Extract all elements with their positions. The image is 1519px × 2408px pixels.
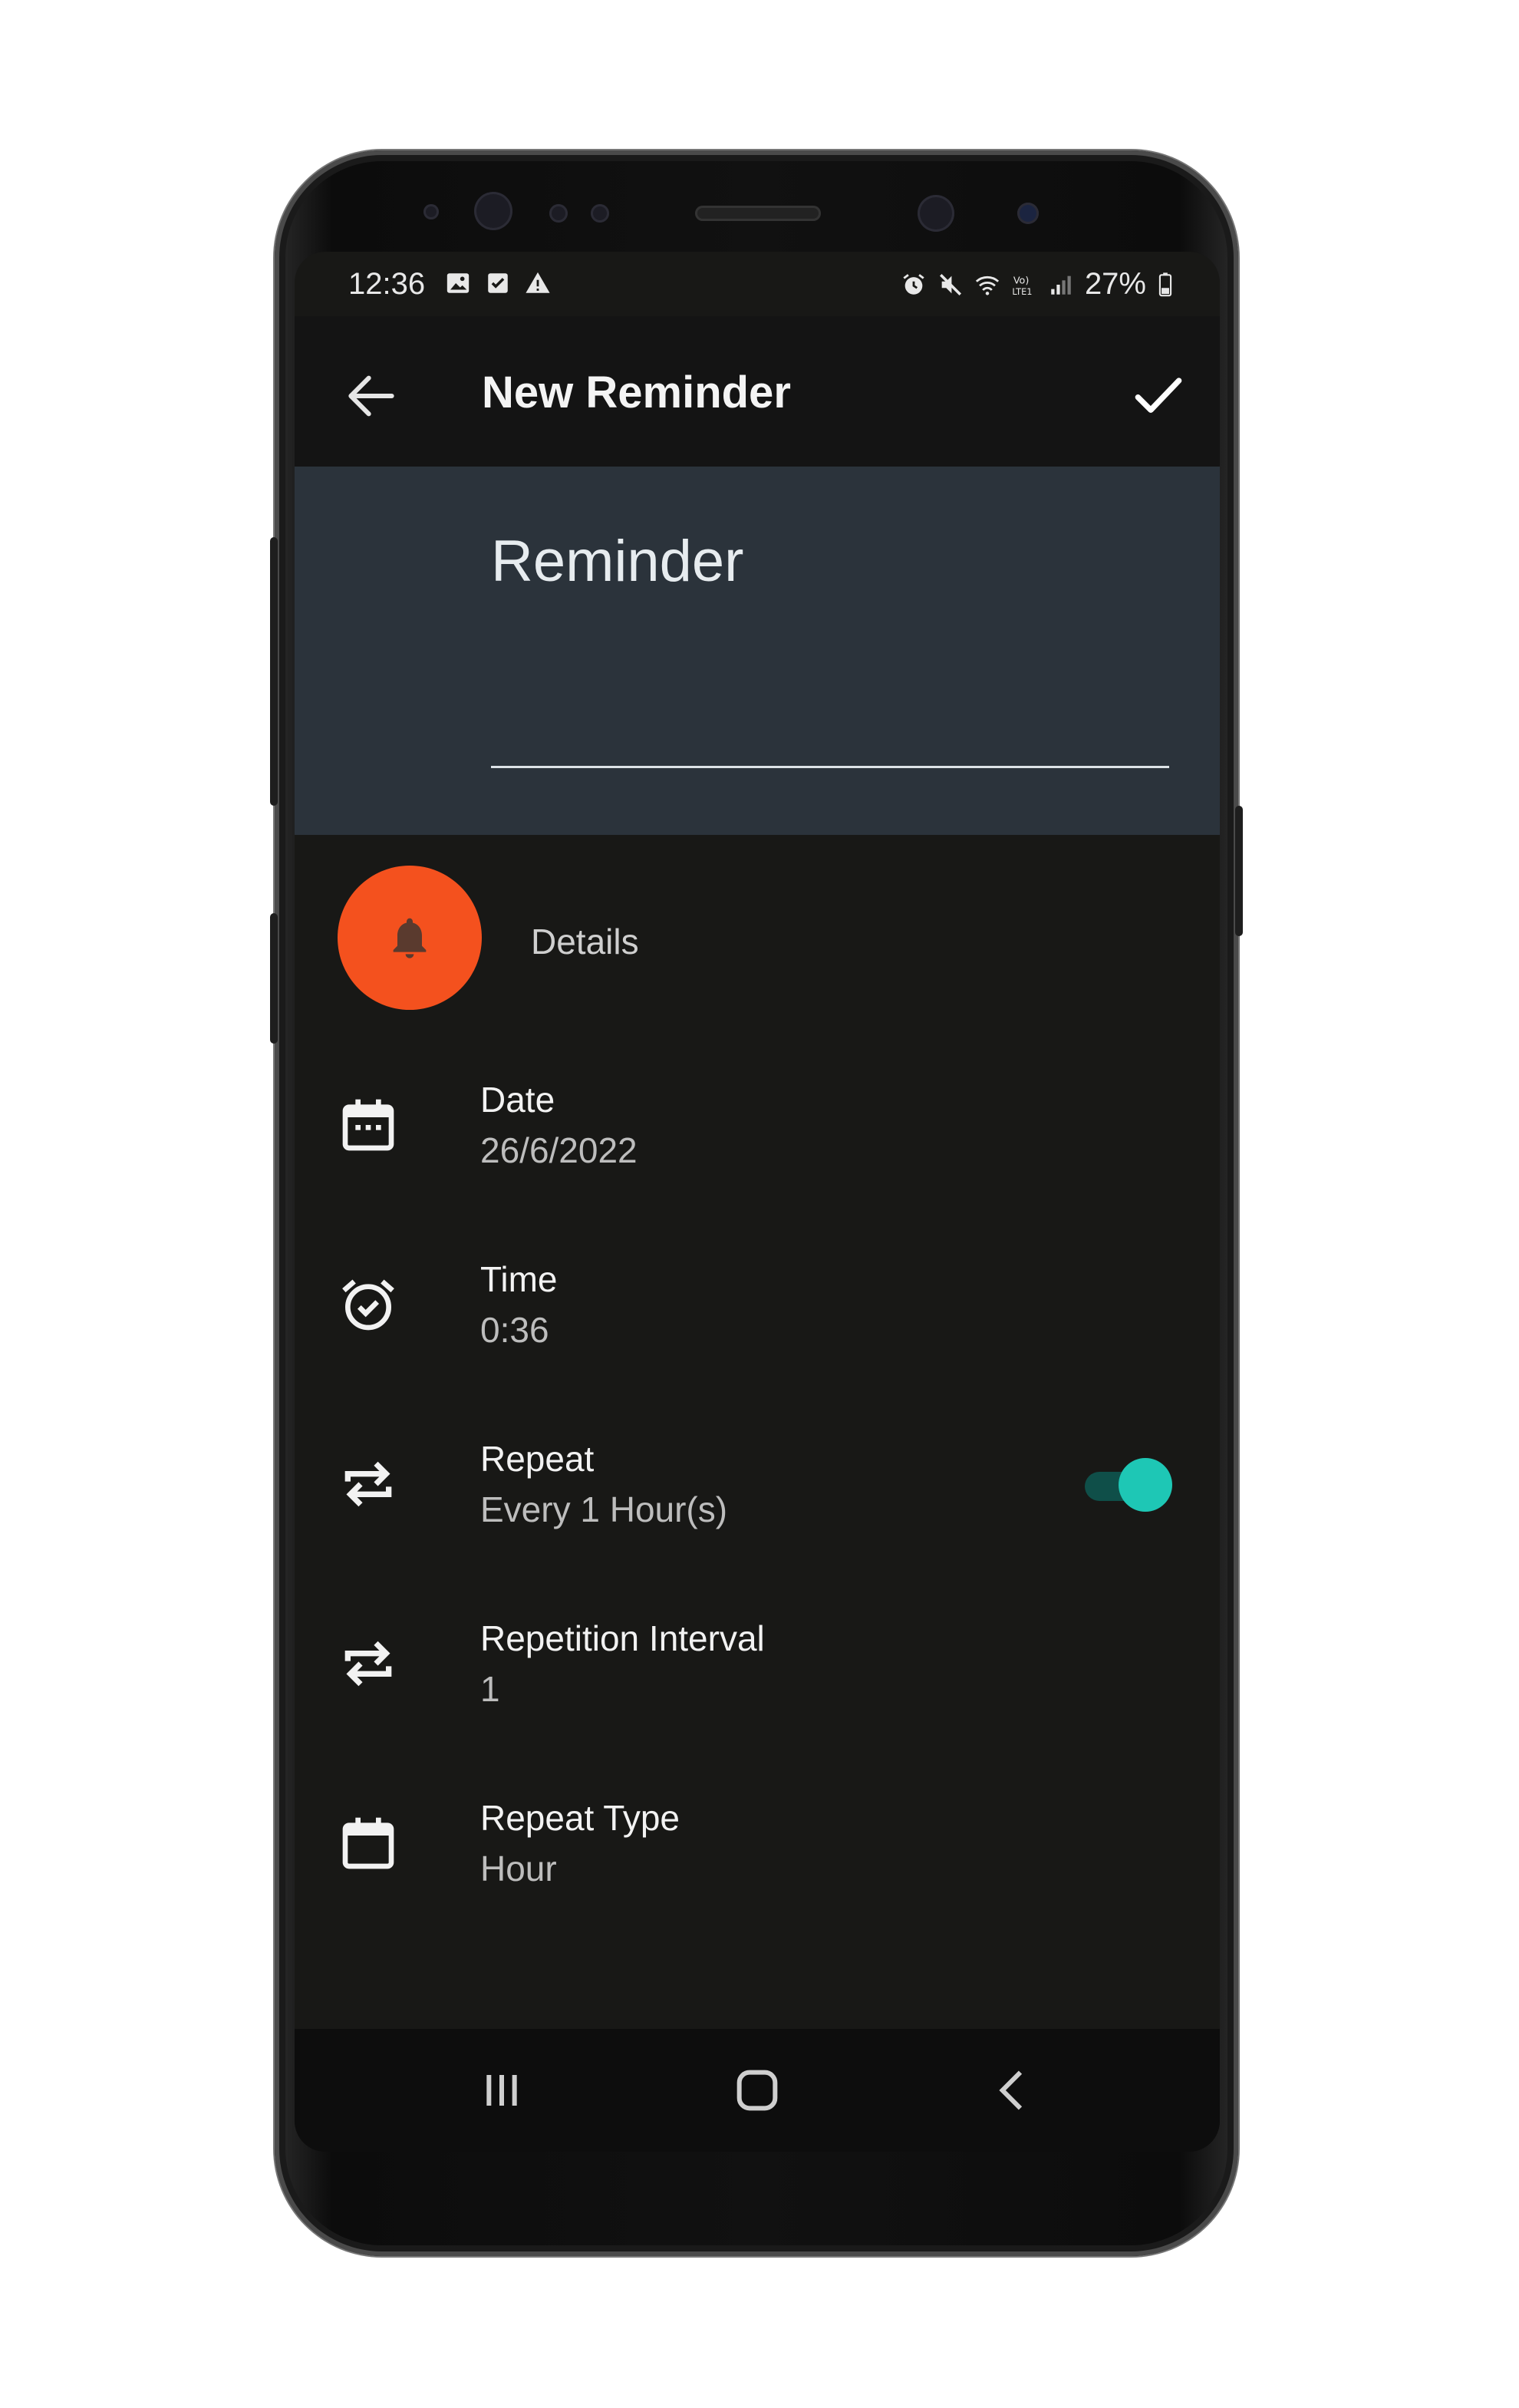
power-button <box>1235 806 1243 936</box>
svg-text:Vo): Vo) <box>1013 275 1030 286</box>
repeat-icon <box>344 1461 392 1507</box>
repeat-type-row[interactable]: Repeat Type Hour <box>295 1779 1220 1902</box>
warning-icon <box>526 272 550 293</box>
sensor-dot <box>549 204 568 223</box>
time-value: 0:36 <box>480 1310 549 1350</box>
time-row[interactable]: Time 0:36 <box>295 1240 1220 1363</box>
input-underline <box>491 766 1169 768</box>
repeat-value: Every 1 Hour(s) <box>480 1489 728 1529</box>
signal-icon <box>1051 275 1071 295</box>
mute-icon <box>939 273 961 295</box>
repeat-title: Repeat <box>480 1439 595 1479</box>
wifi-icon <box>975 275 1000 295</box>
front-camera <box>918 195 954 232</box>
alarm-icon <box>903 273 924 295</box>
toggle-thumb <box>1119 1458 1172 1512</box>
date-row[interactable]: Date 26/6/2022 <box>295 1061 1220 1183</box>
volte-icon: Vo)LTE1 <box>1012 275 1032 296</box>
calendar-blank-icon <box>342 1817 394 1869</box>
bell-icon <box>393 918 427 958</box>
check-box-icon <box>488 273 508 293</box>
calendar-icon <box>342 1099 394 1151</box>
repeat-row[interactable]: Repeat Every 1 Hour(s) <box>295 1420 1220 1542</box>
details-label: Details <box>531 922 639 962</box>
svg-text:LTE1: LTE1 <box>1012 285 1032 296</box>
recents-icon[interactable] <box>471 2060 532 2121</box>
battery-percent: 27% <box>1084 267 1146 301</box>
back-icon[interactable] <box>982 2060 1043 2121</box>
earpiece <box>695 206 821 221</box>
battery-icon <box>1158 272 1172 296</box>
home-icon[interactable] <box>727 2060 788 2121</box>
iris-sensor <box>474 192 512 230</box>
bixby-button <box>270 913 278 1044</box>
repetition-interval-title: Repetition Interval <box>480 1618 765 1658</box>
date-title: Date <box>480 1080 555 1120</box>
status-bar: 12:36 Vo) LTE1 27% <box>295 252 1220 316</box>
reminder-title-input[interactable]: Reminder <box>491 528 743 595</box>
alarm-clock-icon <box>342 1279 394 1331</box>
repeat-type-value: Hour <box>480 1849 557 1888</box>
iris-camera <box>1017 203 1039 224</box>
title-field-container: Reminder <box>295 467 1220 835</box>
repeat-icon <box>344 1641 392 1687</box>
app-bar: New Reminder <box>295 316 1220 467</box>
volume-button <box>270 537 278 806</box>
status-time: 12:36 <box>348 267 426 301</box>
time-title: Time <box>480 1259 558 1299</box>
sensor-dot <box>423 204 439 219</box>
page-title: New Reminder <box>482 368 791 417</box>
navigation-bar <box>295 2029 1220 2152</box>
sensor-dot <box>591 204 609 223</box>
image-icon <box>446 273 470 293</box>
arrow-back-icon[interactable] <box>341 365 402 427</box>
check-icon[interactable] <box>1128 365 1189 427</box>
repeat-type-title: Repeat Type <box>480 1798 680 1838</box>
date-value: 26/6/2022 <box>480 1130 638 1170</box>
repetition-interval-row[interactable]: Repetition Interval 1 <box>295 1599 1220 1722</box>
repeat-toggle[interactable] <box>1085 1458 1172 1512</box>
repetition-interval-value: 1 <box>480 1669 500 1709</box>
bell-button[interactable] <box>338 866 482 1010</box>
screen: 12:36 Vo) LTE1 27% New Reminder Reminder … <box>295 252 1220 2152</box>
